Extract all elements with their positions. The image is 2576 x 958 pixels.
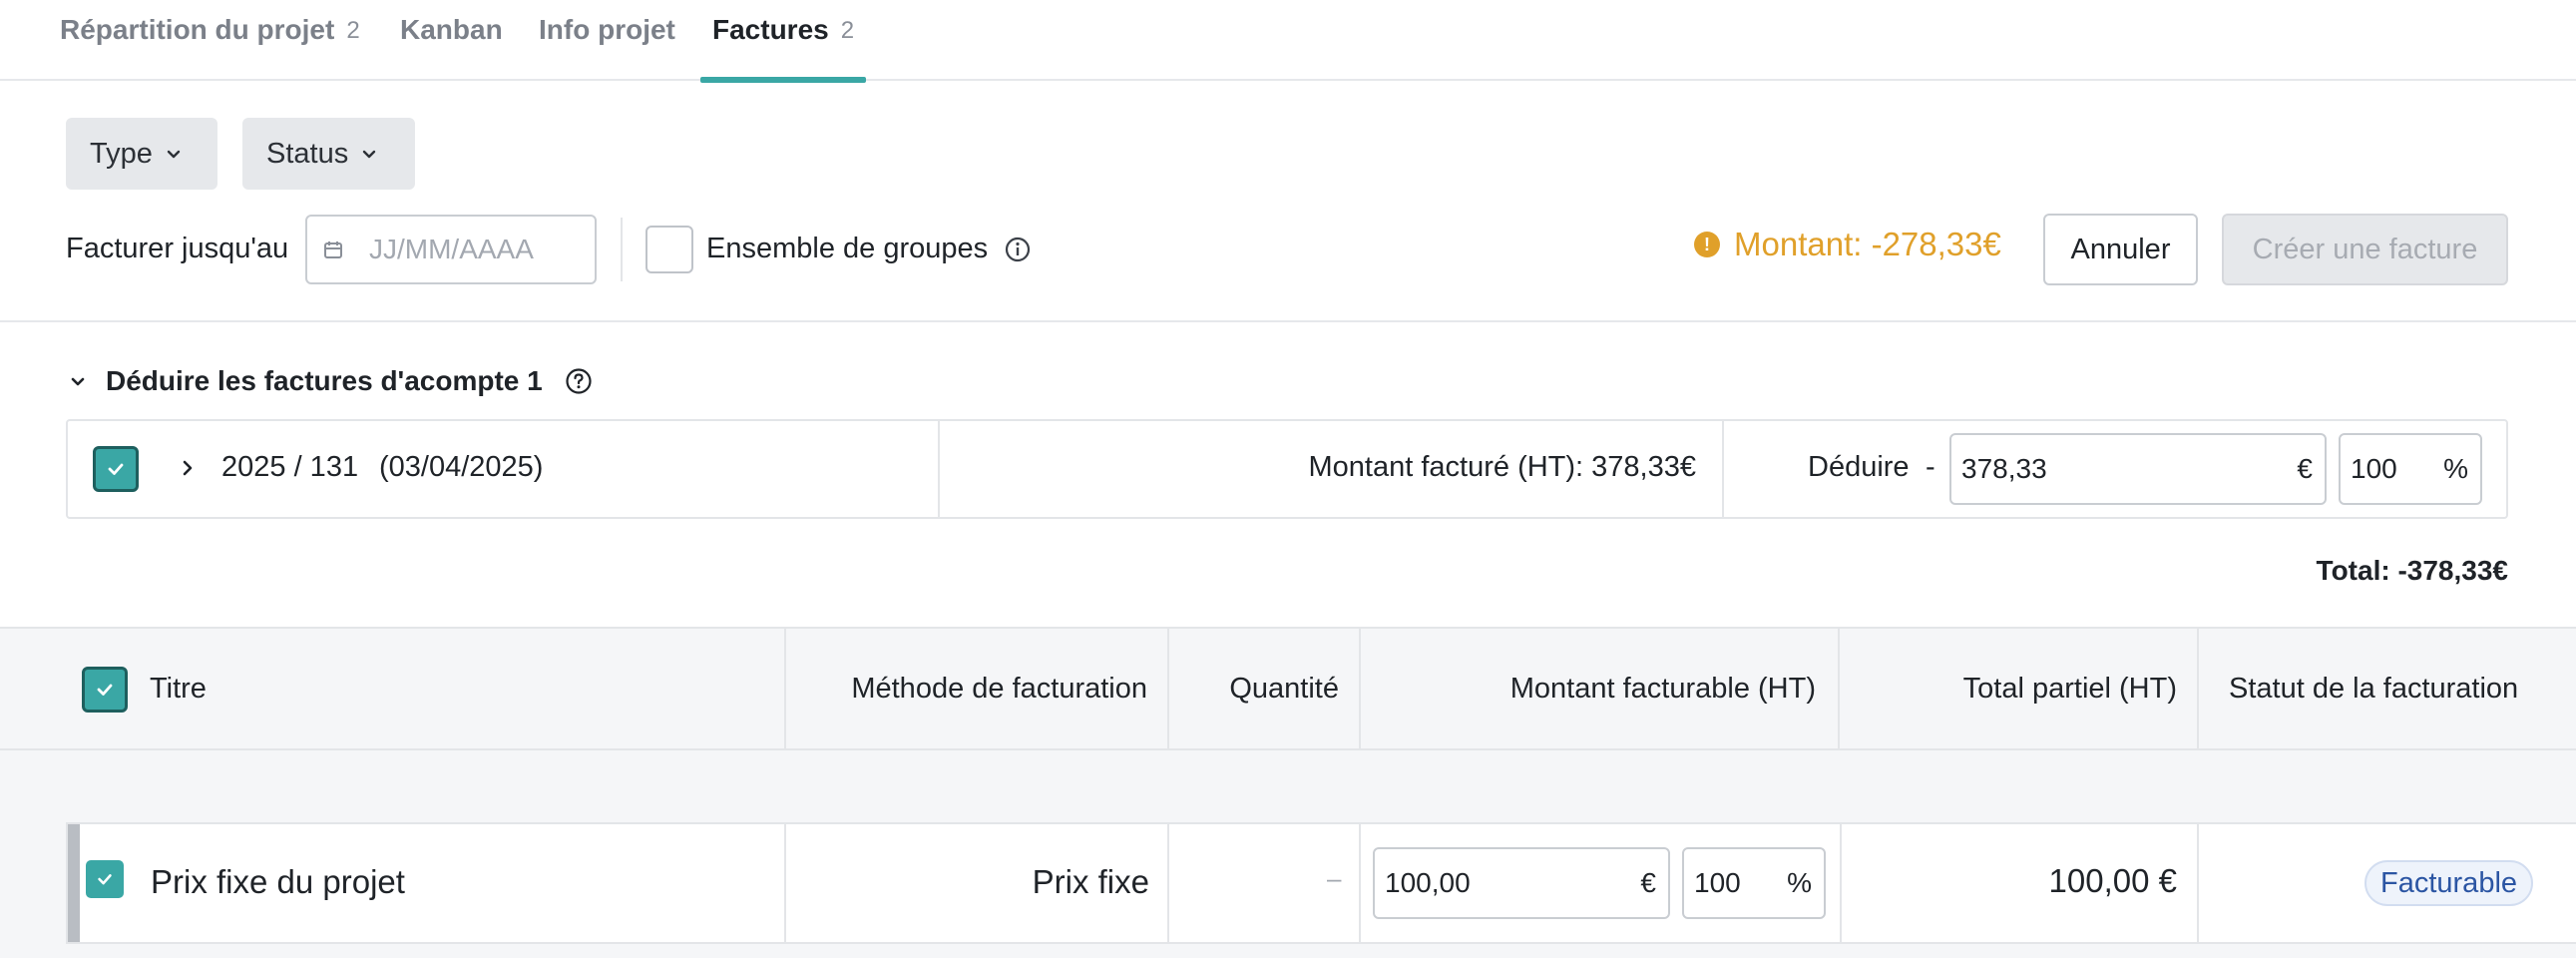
date-placeholder: JJ/MM/AAAA	[369, 234, 534, 264]
status-filter-label: Status	[266, 137, 349, 170]
deduct-percent-value: 100	[2351, 453, 2397, 484]
tab-label: Info projet	[539, 14, 675, 45]
info-icon[interactable]	[1005, 237, 1031, 262]
column-title[interactable]: Titre	[150, 629, 207, 748]
status-filter-dropdown[interactable]: Status	[242, 118, 415, 190]
help-icon[interactable]	[565, 367, 593, 395]
tab-label: Répartition du projet	[60, 14, 335, 45]
section-title: Déduire les factures d'acompte 1	[106, 365, 543, 396]
deduct-percent-input[interactable]: 100 %	[2339, 433, 2482, 505]
tab-count: 2	[840, 17, 855, 44]
row-billing-method: Prix fixe	[1032, 863, 1149, 900]
invoice-until-label: Facturer jusqu'au	[66, 233, 289, 264]
deduction-total: Total: -378,33€	[2316, 555, 2508, 586]
percent-suffix: %	[2443, 453, 2468, 484]
tab-bar: Répartition du projet 2 Kanban Info proj…	[0, 0, 2576, 83]
table-header: Titre Méthode de facturation Quantité Mo…	[0, 627, 2576, 750]
create-invoice-button[interactable]: Créer une facture	[2222, 214, 2508, 285]
deposit-invoice-checkbox[interactable]	[93, 446, 139, 492]
deduct-deposit-invoices-header[interactable]: Déduire les factures d'acompte 1	[68, 365, 593, 397]
checkmark-icon	[98, 874, 112, 885]
table-row	[66, 822, 2576, 944]
column-billable-amount[interactable]: Montant facturable (HT)	[1361, 629, 1816, 748]
row-percent-value: 100	[1694, 867, 1741, 898]
status-badge: Facturable	[2364, 860, 2534, 906]
currency-suffix: €	[2297, 453, 2313, 484]
billed-amount: Montant facturé (HT): 378,33€	[1308, 451, 1696, 483]
deduct-amount-input[interactable]: 378,33 €	[1949, 433, 2327, 505]
tab-label: Kanban	[400, 14, 503, 45]
row-amount-input[interactable]: 100,00 €	[1373, 847, 1670, 919]
deposit-invoice-date: (03/04/2025)	[379, 451, 544, 483]
cancel-button[interactable]: Annuler	[2043, 214, 2198, 285]
deduct-label: Déduire	[1808, 451, 1910, 483]
deposit-invoice-number: 2025 / 131	[221, 451, 359, 483]
amount-warning-text: Montant: -278,33€	[1734, 226, 2001, 262]
column-subtotal[interactable]: Total partiel (HT)	[1840, 629, 2177, 748]
warning-icon: !	[1694, 232, 1720, 257]
checkmark-icon	[108, 463, 124, 475]
chevron-down-icon	[167, 150, 181, 159]
chevron-right-icon[interactable]	[178, 458, 198, 478]
tab-count: 2	[346, 17, 360, 44]
row-checkbox[interactable]	[86, 860, 124, 898]
select-all-checkbox[interactable]	[82, 667, 128, 713]
row-quantity: –	[1327, 863, 1342, 893]
group-set-checkbox[interactable]	[645, 226, 693, 273]
section-divider	[0, 320, 2576, 322]
tab-project-breakdown[interactable]: Répartition du projet 2	[60, 0, 360, 81]
currency-suffix: €	[1640, 867, 1656, 898]
chevron-down-icon	[71, 377, 85, 386]
invoice-until-date-input[interactable]: JJ/MM/AAAA	[305, 215, 597, 284]
group-set-label: Ensemble de groupes	[706, 233, 989, 264]
type-filter-dropdown[interactable]: Type	[66, 118, 217, 190]
type-filter-label: Type	[90, 137, 153, 170]
tab-invoices[interactable]: Factures 2	[699, 0, 867, 83]
checkmark-icon	[97, 684, 113, 696]
row-subtotal: 100,00 €	[2048, 862, 2177, 899]
tab-project-info[interactable]: Info projet	[539, 0, 675, 81]
deduct-amount-value: 378,33	[1961, 453, 2047, 484]
chevron-down-icon	[363, 150, 376, 159]
amount-warning: ! Montant: -278,33€	[1694, 226, 2001, 263]
column-billing-method[interactable]: Méthode de facturation	[786, 629, 1147, 748]
row-drag-handle[interactable]	[68, 824, 80, 942]
calendar-icon	[324, 241, 342, 258]
percent-suffix: %	[1787, 867, 1812, 898]
toolbar-divider	[621, 218, 623, 281]
column-quantity[interactable]: Quantité	[1169, 629, 1339, 748]
tab-label: Factures	[712, 14, 829, 45]
tab-kanban[interactable]: Kanban	[400, 0, 503, 81]
deduct-sign: -	[1926, 451, 1935, 483]
column-billing-status[interactable]: Statut de la facturation	[2229, 629, 2518, 748]
row-percent-input[interactable]: 100 %	[1682, 847, 1826, 919]
row-amount-value: 100,00	[1385, 867, 1471, 898]
row-title: Prix fixe du projet	[151, 863, 405, 900]
